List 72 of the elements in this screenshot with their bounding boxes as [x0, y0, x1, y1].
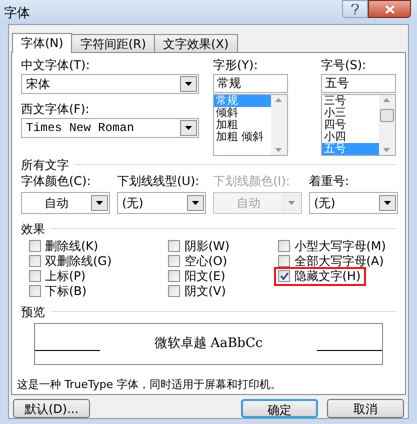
field-label: 字号(S):: [321, 58, 368, 72]
list-option[interactable]: 加粗 倾斜: [214, 130, 271, 142]
checkbox-label: 上标(P): [45, 269, 86, 283]
window-title: 字体: [4, 5, 30, 23]
checkbox-label: 隐藏文字(H): [294, 269, 361, 283]
field-label: 中文字体(T):: [21, 58, 91, 72]
font-description: 这是一种 TrueType 字体，同时适用于屏幕和打印机。: [17, 377, 283, 393]
dialog-button[interactable]: 默认(D)...: [13, 398, 90, 418]
dropdown-arrow-icon: [192, 200, 199, 204]
scroll-up-icon[interactable]: [275, 98, 282, 102]
field-label: 着重号:: [309, 174, 350, 188]
dropdown-arrow-icon: [384, 200, 391, 204]
dialog-button[interactable]: 确定: [241, 398, 318, 418]
value-field[interactable]: 五号: [321, 74, 396, 92]
tab[interactable]: 文字效果(X): [154, 34, 238, 52]
checkbox[interactable]: [168, 270, 180, 282]
dropdown[interactable]: 自动: [21, 192, 110, 214]
scrollbar[interactable]: [378, 94, 395, 154]
checkbox-label: 删除线(K): [45, 239, 98, 253]
close-button[interactable]: [368, 0, 411, 18]
close-icon: [384, 4, 394, 14]
dropdown[interactable]: (无): [309, 192, 398, 214]
checkbox-label: 空心(O): [184, 254, 228, 268]
group-title: 效果: [21, 222, 45, 236]
dropdown-arrow-icon: [288, 200, 295, 204]
tab[interactable]: 字符间距(R): [71, 34, 156, 52]
field-label: 下划线线型(U):: [117, 174, 200, 188]
list-option[interactable]: 小四: [322, 130, 379, 142]
checkbox[interactable]: [168, 285, 180, 297]
checkbox[interactable]: [278, 270, 290, 282]
checkbox-label: 阴影(W): [184, 239, 230, 253]
checkbox[interactable]: [29, 285, 41, 297]
checkbox-label: 阳文(E): [184, 269, 226, 283]
list-option[interactable]: 四号: [322, 118, 379, 130]
checkbox[interactable]: [278, 240, 290, 252]
checkbox[interactable]: [29, 240, 41, 252]
field-label: 字形(Y):: [213, 58, 259, 72]
field-label: 字体颜色(C):: [21, 174, 92, 188]
scroll-down-icon[interactable]: [383, 148, 390, 152]
dropdown-arrow-icon: [96, 200, 103, 204]
checkbox[interactable]: [29, 255, 41, 267]
group-title: 所有文字: [21, 158, 69, 172]
list-option[interactable]: 三号: [322, 94, 379, 106]
western-font-combobox[interactable]: Times New Roman: [21, 118, 199, 138]
checkbox-label: 全部大写字母(A): [294, 254, 384, 268]
value-field[interactable]: 常规: [213, 74, 288, 92]
checkbox-label: 下标(B): [45, 284, 87, 298]
preview-sample: 微软卓越 AaBbCc: [154, 335, 263, 353]
group-title: 预览: [21, 304, 45, 318]
checkbox[interactable]: [29, 270, 41, 282]
checkbox-label: 阴文(V): [184, 284, 226, 298]
list-option[interactable]: 加粗: [214, 118, 271, 130]
checkbox[interactable]: [278, 255, 290, 267]
help-button[interactable]: [342, 0, 368, 18]
scroll-up-icon[interactable]: [383, 98, 390, 102]
list-option[interactable]: 小三: [322, 106, 379, 118]
dropdown[interactable]: (无): [117, 192, 206, 214]
chinese-font-combobox[interactable]: 宋体: [21, 74, 199, 94]
dialog-button[interactable]: 取消: [327, 398, 404, 418]
checkbox-label: 双删除线(G): [45, 254, 112, 268]
dropdown-arrow-icon: [185, 82, 192, 86]
tab[interactable]: 字体(N): [12, 32, 72, 52]
list-option[interactable]: 倾斜: [214, 106, 271, 118]
help-icon: [351, 4, 359, 14]
checkbox[interactable]: [168, 255, 180, 267]
dropdown-arrow-icon: [185, 126, 192, 130]
checkbox-label: 小型大写字母(M): [294, 239, 386, 253]
field-label: 西文字体(F):: [21, 102, 90, 116]
checkbox[interactable]: [168, 240, 180, 252]
scrollbar[interactable]: [270, 94, 287, 154]
field-label: 下划线颜色(I):: [213, 174, 291, 188]
scroll-down-icon[interactable]: [275, 148, 282, 152]
